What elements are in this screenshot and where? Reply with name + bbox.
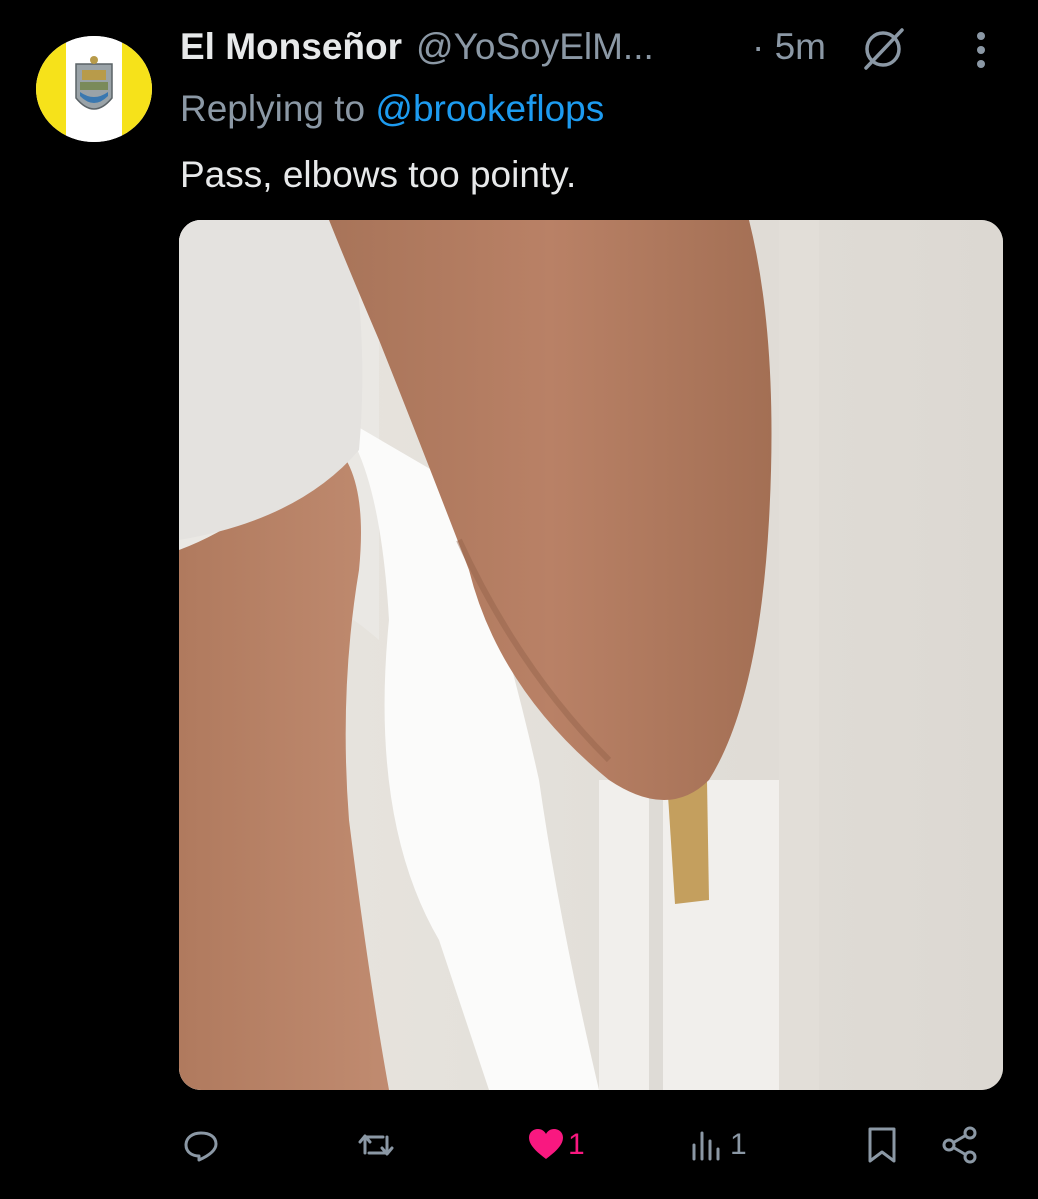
grok-icon[interactable] <box>858 24 908 74</box>
view-count: 1 <box>730 1128 747 1161</box>
views-icon <box>692 1131 720 1161</box>
tweet-media-image[interactable] <box>179 220 1003 1090</box>
replying-prefix: Replying to <box>180 88 376 129</box>
share-button[interactable] <box>940 1123 980 1167</box>
retweet-button[interactable] <box>356 1123 396 1167</box>
author-handle[interactable]: @YoSoyElM... <box>416 26 654 68</box>
reply-button[interactable] <box>181 1123 221 1167</box>
like-count: 1 <box>568 1128 585 1161</box>
share-icon <box>942 1126 977 1164</box>
replying-to: Replying to @brookeflops <box>180 86 604 132</box>
bookmark-button[interactable] <box>862 1123 902 1167</box>
heart-icon <box>529 1129 563 1159</box>
tweet-time[interactable]: · 5m <box>752 22 826 72</box>
views-button[interactable]: 1 <box>688 1123 747 1167</box>
tweet-actions: 1 1 <box>0 1115 1038 1175</box>
reply-icon <box>184 1131 218 1162</box>
author-name[interactable]: El Monseñor <box>180 26 402 68</box>
like-button[interactable]: 1 <box>526 1123 585 1167</box>
tweet-text: Pass, elbows too pointy. <box>180 154 577 195</box>
replying-mention[interactable]: @brookeflops <box>375 88 604 129</box>
bookmark-icon <box>868 1127 896 1163</box>
crest-avatar <box>36 36 152 142</box>
avatar[interactable] <box>36 36 152 142</box>
more-vertical-icon[interactable] <box>964 28 998 72</box>
tweet-header: El Monseñor @YoSoyElM... <box>180 22 654 72</box>
retweet-icon <box>358 1134 394 1156</box>
